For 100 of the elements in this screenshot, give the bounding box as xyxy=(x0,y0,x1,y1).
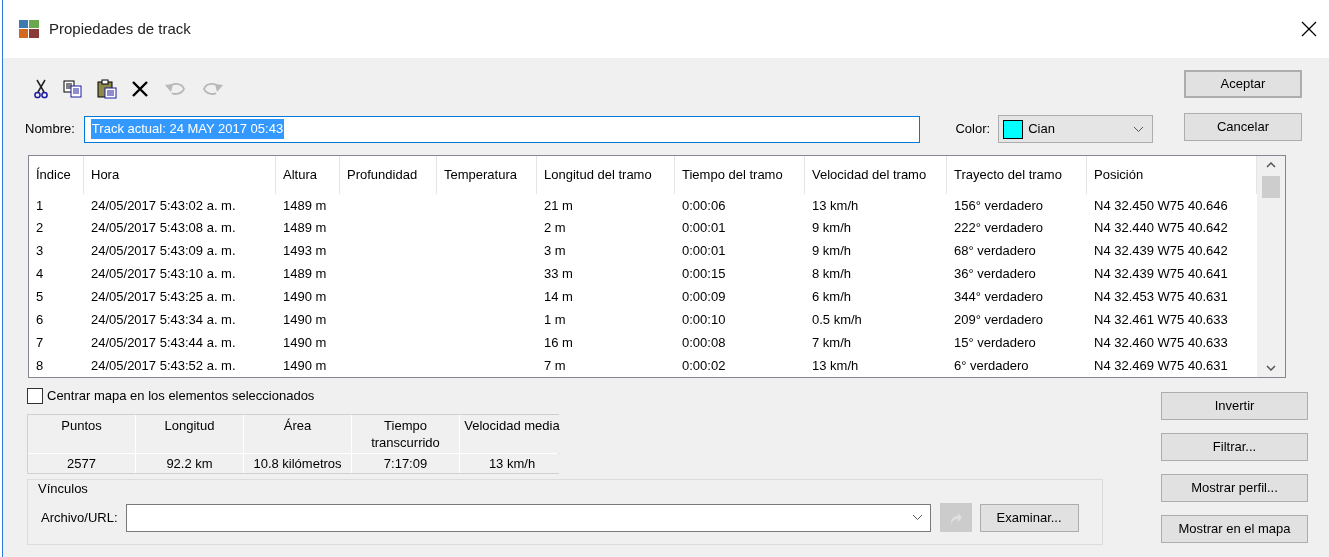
chevron-icon xyxy=(1133,125,1144,133)
table-cell: 0:00:01 xyxy=(682,243,726,259)
column-header[interactable]: Velocidad del tramo xyxy=(805,156,947,194)
table-cell: 24/05/2017 5:43:09 a. m. xyxy=(91,243,236,259)
color-dropdown[interactable]: Cian xyxy=(998,115,1153,143)
action-button[interactable]: Mostrar perfil... xyxy=(1161,474,1308,502)
table-cell: 0:00:10 xyxy=(682,311,726,327)
table-cell: N4 32.461 W75 40.633 xyxy=(1094,311,1228,327)
table-cell: 4 xyxy=(36,266,44,282)
stats-header: Puntos xyxy=(28,414,135,453)
table-cell: 1490 m xyxy=(283,289,327,305)
table-cell: 13 km/h xyxy=(812,197,859,213)
table-cell: 1490 m xyxy=(283,357,327,373)
cancel-button[interactable]: Cancelar xyxy=(1184,113,1302,141)
table-cell: 156° verdadero xyxy=(954,197,1044,213)
table-cell: 8 xyxy=(36,357,44,373)
table-cell: 36° verdadero xyxy=(954,266,1036,282)
table-cell: 1489 m xyxy=(283,220,327,236)
stats-header: Área xyxy=(244,414,351,453)
table-cell: 24/05/2017 5:43:25 a. m. xyxy=(91,289,236,305)
table-cell: 5 xyxy=(36,289,44,305)
url-label: Archivo/URL: xyxy=(41,508,118,527)
scroll-up-icon[interactable] xyxy=(1266,162,1276,168)
table-cell: 0:00:09 xyxy=(682,289,726,305)
chevron-icon xyxy=(911,514,923,521)
browse-button[interactable]: Examinar... xyxy=(979,503,1079,532)
table-cell: N4 32.439 W75 40.642 xyxy=(1094,243,1228,259)
table-cell: 8 km/h xyxy=(812,266,851,282)
table-cell: N4 32.453 W75 40.631 xyxy=(1094,289,1228,305)
table-cell: 2 xyxy=(36,220,44,236)
column-header[interactable]: Longitud del tramo xyxy=(537,156,675,194)
column-header[interactable]: Índice xyxy=(29,156,84,194)
table-cell: 24/05/2017 5:43:10 a. m. xyxy=(91,266,236,282)
table-cell: 2 m xyxy=(544,220,566,236)
table-cell: 1490 m xyxy=(283,311,327,327)
name-label: Nombre: xyxy=(25,120,75,139)
table-cell: N4 32.450 W75 40.646 xyxy=(1094,197,1228,213)
scrollbar[interactable] xyxy=(1257,156,1285,377)
table-cell: 16 m xyxy=(544,334,573,350)
table-cell: 344° verdadero xyxy=(954,289,1044,305)
table-cell: 21 m xyxy=(544,197,573,213)
table-cell: 222° verdadero xyxy=(954,220,1044,236)
table-cell: 6 km/h xyxy=(812,289,851,305)
table-cell: 6 xyxy=(36,311,44,327)
checkbox[interactable] xyxy=(27,387,43,404)
url-field[interactable] xyxy=(125,503,931,532)
table-cell: 1489 m xyxy=(283,266,327,282)
table-cell: 0:00:06 xyxy=(682,197,726,213)
table-cell: 1490 m xyxy=(283,334,327,350)
column-header[interactable]: Profundidad xyxy=(340,156,437,194)
column-header[interactable]: Trayecto del tramo xyxy=(947,156,1087,194)
window-title: Propiedades de track xyxy=(49,18,191,39)
scroll-thumb[interactable] xyxy=(1262,176,1280,198)
table-cell: 1493 m xyxy=(283,243,327,259)
table-cell: 24/05/2017 5:43:02 a. m. xyxy=(91,197,236,213)
table-cell: 6° verdadero xyxy=(954,357,1029,373)
action-button[interactable]: Filtrar... xyxy=(1161,433,1308,461)
table-cell: 68° verdadero xyxy=(954,243,1036,259)
stats-value: 7:17:09 xyxy=(352,453,459,473)
table-cell: 7 m xyxy=(544,357,566,373)
table-cell: 0:00:08 xyxy=(682,334,726,350)
stats-value: 92.2 km xyxy=(136,453,243,473)
scissors-icon[interactable] xyxy=(33,79,49,99)
stats-value: 10.8 kilómetros xyxy=(244,453,351,473)
table-cell: 13 km/h xyxy=(812,357,859,373)
table-cell: 24/05/2017 5:43:08 a. m. xyxy=(91,220,236,236)
table-cell: 3 m xyxy=(544,243,566,259)
column-header[interactable]: Hora xyxy=(84,156,276,194)
accept-button[interactable]: Aceptar xyxy=(1184,70,1302,98)
column-header[interactable]: Altura xyxy=(276,156,340,194)
table-cell: 0:00:15 xyxy=(682,266,726,282)
stats-header: Longitud xyxy=(136,414,243,453)
table-cell: 33 m xyxy=(544,266,573,282)
table-cell: 0:00:01 xyxy=(682,220,726,236)
column-header[interactable]: Temperatura xyxy=(437,156,537,194)
delete-icon[interactable] xyxy=(131,80,149,98)
scroll-down-icon[interactable] xyxy=(1266,365,1276,371)
column-header[interactable]: Tiempo del tramo xyxy=(675,156,805,194)
table-cell: 1 xyxy=(36,197,44,213)
table-cell: N4 32.460 W75 40.633 xyxy=(1094,334,1228,350)
table-cell: 24/05/2017 5:43:44 a. m. xyxy=(91,334,236,350)
name-value: Track actual: 24 MAY 2017 05:43 xyxy=(90,119,285,139)
action-button[interactable]: Mostrar en el mapa xyxy=(1161,515,1308,543)
close-icon[interactable] xyxy=(1301,21,1317,37)
clipboard-icon[interactable] xyxy=(97,79,117,99)
group-title: Vínculos xyxy=(38,479,88,498)
table-cell: 209° verdadero xyxy=(954,311,1044,327)
table-cell: 3 xyxy=(36,243,44,259)
table-cell: 7 xyxy=(36,334,44,350)
table-cell: 7 km/h xyxy=(812,334,851,350)
stats-header: Tiempo transcurrido xyxy=(352,414,459,453)
table-cell: 24/05/2017 5:43:34 a. m. xyxy=(91,311,236,327)
table-cell: N4 32.439 W75 40.641 xyxy=(1094,266,1228,282)
table-cell: 0.5 km/h xyxy=(812,311,862,327)
copy-icon[interactable] xyxy=(63,80,83,98)
table-cell: 9 km/h xyxy=(812,220,851,236)
action-button[interactable]: Invertir xyxy=(1161,392,1308,420)
table-cell: 9 km/h xyxy=(812,243,851,259)
table-cell: 24/05/2017 5:43:52 a. m. xyxy=(91,357,236,373)
checkbox-label: Centrar mapa en los elementos seleccionados xyxy=(47,387,315,405)
